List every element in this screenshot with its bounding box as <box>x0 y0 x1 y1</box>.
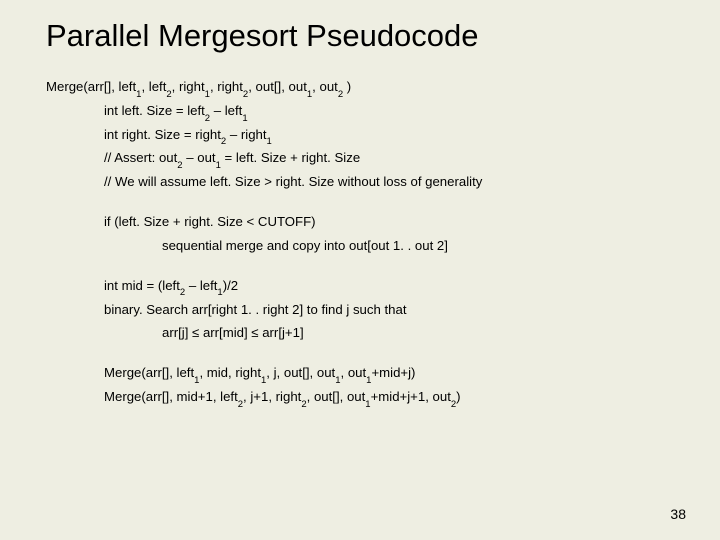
code-line-ifcutoff: if (left. Size + right. Size < CUTOFF) <box>104 213 674 231</box>
code-line-merge2: Merge(arr[], mid+1, left2, j+1, right2, … <box>104 388 674 406</box>
pseudocode-body: Merge(arr[], left1, left2, right1, right… <box>46 78 674 406</box>
code-line-leftsize: int left. Size = left2 – left1 <box>104 102 674 120</box>
code-line-merge1: Merge(arr[], left1, mid, right1, j, out[… <box>104 364 674 382</box>
page-number: 38 <box>670 506 686 522</box>
code-line-mid: int mid = (left2 – left1)/2 <box>104 277 674 295</box>
slide: Parallel Mergesort Pseudocode Merge(arr[… <box>0 0 720 540</box>
code-line-assert: // Assert: out2 – out1 = left. Size + ri… <box>104 149 674 167</box>
code-line-rightsize: int right. Size = right2 – right1 <box>104 126 674 144</box>
code-line-bsearch: binary. Search arr[right 1. . right 2] t… <box>104 301 674 319</box>
code-line-assume: // We will assume left. Size > right. Si… <box>104 173 674 191</box>
code-line-signature: Merge(arr[], left1, left2, right1, right… <box>46 78 674 96</box>
code-line-seqmerge: sequential merge and copy into out[out 1… <box>162 237 674 255</box>
code-line-arrj: arr[j] ≤ arr[mid] ≤ arr[j+1] <box>162 324 674 342</box>
page-title: Parallel Mergesort Pseudocode <box>46 18 674 54</box>
